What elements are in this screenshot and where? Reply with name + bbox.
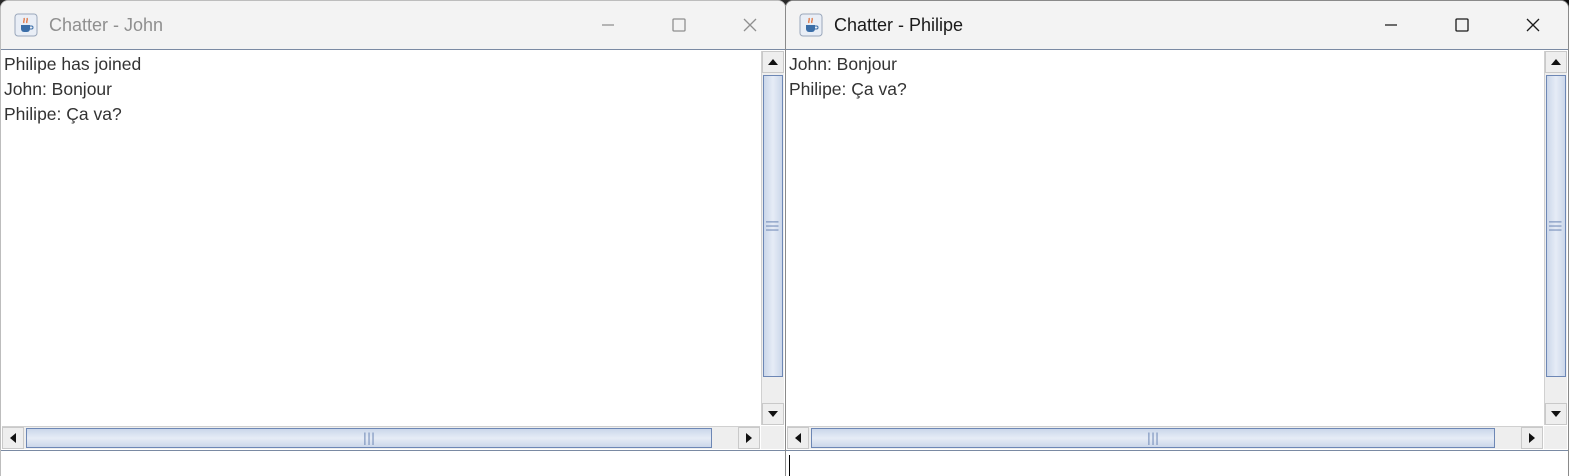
scroll-right-button[interactable]	[738, 427, 760, 449]
arrow-right-icon	[1529, 433, 1535, 443]
message-input-area	[1, 450, 785, 476]
arrow-down-icon	[1551, 411, 1561, 417]
scroll-down-button[interactable]	[762, 403, 784, 425]
java-cup-icon	[799, 13, 823, 37]
titlebar[interactable]: Chatter - Philipe	[786, 1, 1568, 49]
close-button[interactable]	[714, 1, 785, 49]
vertical-scrollbar[interactable]: |||	[1544, 51, 1567, 425]
close-button[interactable]	[1497, 1, 1568, 49]
arrow-up-icon	[1551, 59, 1561, 65]
chat-log[interactable]: John: Bonjour Philipe: Ça va?	[787, 51, 1543, 425]
message-input-area	[786, 450, 1568, 476]
message-input[interactable]	[2, 453, 784, 476]
scrollbar-corner	[1544, 426, 1567, 449]
scroll-left-button[interactable]	[2, 427, 24, 449]
grip-icon: |||	[362, 431, 376, 445]
close-icon	[743, 18, 756, 32]
horizontal-scroll-thumb[interactable]: |||	[811, 428, 1495, 448]
grip-icon: |||	[765, 219, 780, 233]
scrollbar-corner	[761, 426, 784, 449]
chat-message: Philipe has joined	[4, 54, 142, 74]
maximize-icon	[671, 18, 686, 32]
maximize-button[interactable]	[643, 1, 714, 49]
grip-icon: |||	[1146, 431, 1160, 445]
chat-message: Philipe: Ça va?	[4, 104, 122, 124]
arrow-right-icon	[746, 433, 752, 443]
grip-icon: |||	[1548, 219, 1563, 233]
scroll-right-button[interactable]	[1521, 427, 1543, 449]
vertical-scrollbar[interactable]: |||	[761, 51, 784, 425]
text-caret	[789, 455, 790, 476]
close-icon	[1526, 18, 1539, 32]
java-cup-icon	[14, 13, 38, 37]
vertical-scroll-thumb[interactable]: |||	[763, 75, 783, 377]
arrow-down-icon	[768, 411, 778, 417]
minimize-button[interactable]	[1355, 1, 1426, 49]
message-input[interactable]	[787, 453, 1567, 476]
minimize-icon	[1384, 24, 1397, 26]
titlebar[interactable]: Chatter - John	[1, 1, 785, 49]
window-title: Chatter - Philipe	[834, 14, 964, 35]
chat-scroll-pane: Philipe has joined John: Bonjour Philipe…	[1, 49, 785, 450]
scroll-up-button[interactable]	[1545, 51, 1567, 73]
horizontal-scrollbar[interactable]: |||	[787, 426, 1543, 449]
vertical-scroll-thumb[interactable]: |||	[1546, 75, 1566, 377]
chat-window-philipe[interactable]: Chatter - Philipe John: Bonjour Philipe:…	[785, 0, 1569, 476]
window-title: Chatter - John	[49, 14, 164, 35]
chat-message: John: Bonjour	[4, 79, 112, 99]
scroll-left-button[interactable]	[787, 427, 809, 449]
arrow-up-icon	[768, 59, 778, 65]
minimize-button[interactable]	[572, 1, 643, 49]
minimize-icon	[601, 24, 614, 26]
arrow-left-icon	[795, 433, 801, 443]
maximize-button[interactable]	[1426, 1, 1497, 49]
chat-message: John: Bonjour	[789, 54, 897, 74]
scroll-up-button[interactable]	[762, 51, 784, 73]
horizontal-scroll-thumb[interactable]: |||	[26, 428, 712, 448]
chat-message: Philipe: Ça va?	[789, 79, 907, 99]
maximize-icon	[1454, 18, 1469, 32]
arrow-left-icon	[10, 433, 16, 443]
chat-window-john[interactable]: Chatter - John Philipe has joined John: …	[0, 0, 786, 476]
desktop: Chatter - John Philipe has joined John: …	[0, 0, 1569, 476]
caption-buttons	[1355, 1, 1568, 49]
horizontal-scrollbar[interactable]: |||	[2, 426, 760, 449]
chat-log[interactable]: Philipe has joined John: Bonjour Philipe…	[2, 51, 760, 425]
chat-scroll-pane: John: Bonjour Philipe: Ça va? ||| |||	[786, 49, 1568, 450]
caption-buttons	[572, 1, 785, 49]
scroll-down-button[interactable]	[1545, 403, 1567, 425]
